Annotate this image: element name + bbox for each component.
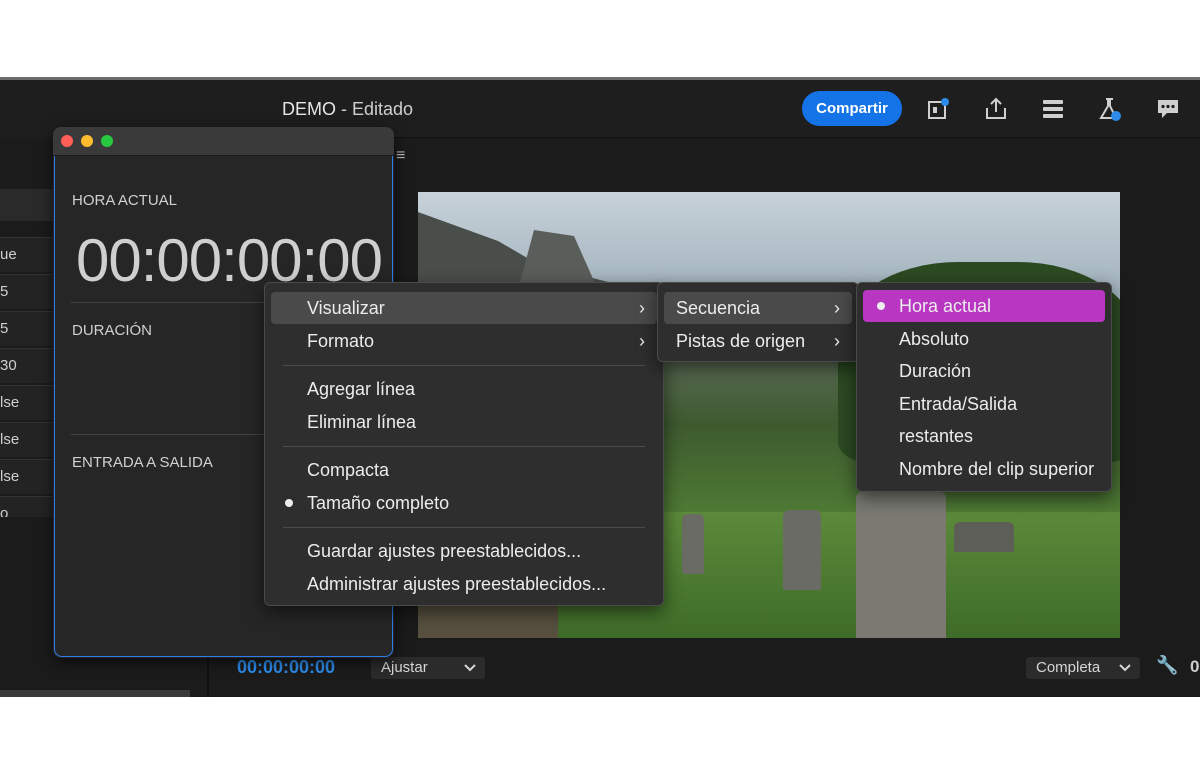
- chevron-down-icon: [1118, 657, 1132, 686]
- menu-item-secuencia[interactable]: Secuencia ›: [664, 292, 852, 324]
- list-item[interactable]: lse: [0, 385, 60, 420]
- menu-item-current-time[interactable]: Hora actual: [863, 290, 1105, 322]
- maximize-button[interactable]: [101, 135, 113, 147]
- list-item[interactable]: 5: [0, 274, 60, 309]
- workspaces-icon[interactable]: [1040, 96, 1066, 122]
- submenu-visualizar: Secuencia › Pistas de origen ›: [657, 282, 859, 362]
- menu-item-compact[interactable]: Compacta: [271, 454, 657, 486]
- menu-item-in-out[interactable]: Entrada/Salida: [863, 388, 1105, 420]
- export-icon[interactable]: [983, 96, 1009, 122]
- minimize-button[interactable]: [81, 135, 93, 147]
- current-time-label: HORA ACTUAL: [72, 192, 178, 209]
- chevron-right-icon: ›: [834, 298, 840, 318]
- list-item[interactable]: ue: [0, 237, 60, 272]
- menu-item-add-line[interactable]: Agregar línea: [271, 373, 657, 405]
- app-screen: DEMO - Editado Compartir ue 5 5 30 lse l…: [0, 77, 1200, 697]
- menu-item-top-clip-name[interactable]: Nombre del clip superior: [863, 453, 1105, 485]
- list-item[interactable]: 30: [0, 348, 60, 383]
- truncated-value: 0: [1190, 657, 1200, 676]
- menu-item-remove-line[interactable]: Eliminar línea: [271, 406, 657, 438]
- check-dot-icon: [285, 499, 293, 507]
- menu-item-full-size[interactable]: Tamaño completo: [271, 487, 657, 519]
- wrench-icon[interactable]: 🔧: [1156, 655, 1178, 676]
- window-titlebar[interactable]: [53, 127, 394, 156]
- menu-item-formato[interactable]: Formato ›: [271, 325, 657, 357]
- context-menu: Visualizar › Formato › Agregar línea Eli…: [264, 282, 664, 606]
- fit-dropdown[interactable]: Ajustar: [371, 657, 485, 679]
- panel-menu-icon[interactable]: ≡: [396, 147, 405, 165]
- feedback-icon[interactable]: [1155, 96, 1181, 122]
- menu-item-manage-presets[interactable]: Administrar ajustes preestablecidos...: [271, 568, 657, 600]
- quality-dropdown[interactable]: Completa: [1026, 657, 1140, 679]
- menu-item-duration[interactable]: Duración: [863, 355, 1105, 387]
- menu-item-remaining[interactable]: restantes: [863, 420, 1105, 452]
- check-dot-icon: [877, 302, 885, 310]
- left-panel: ue 5 5 30 lse lse lse o: [0, 137, 60, 697]
- chevron-right-icon: ›: [639, 298, 645, 318]
- left-panel-header: [0, 189, 60, 221]
- submenu-secuencia: Hora actual Absoluto Duración Entrada/Sa…: [856, 282, 1112, 492]
- menu-item-absolute[interactable]: Absoluto: [863, 323, 1105, 355]
- menu-item-source-tracks[interactable]: Pistas de origen ›: [664, 325, 852, 357]
- chevron-right-icon: ›: [639, 331, 645, 351]
- list-item[interactable]: lse: [0, 459, 60, 494]
- beta-flask-icon[interactable]: [1097, 96, 1123, 122]
- chevron-right-icon: ›: [834, 331, 840, 351]
- list-item[interactable]: 5: [0, 311, 60, 346]
- close-button[interactable]: [61, 135, 73, 147]
- list-item[interactable]: lse: [0, 422, 60, 457]
- menu-item-visualizar[interactable]: Visualizar ›: [271, 292, 657, 324]
- playhead-timecode[interactable]: 00:00:00:00: [237, 657, 335, 678]
- in-out-label: ENTRADA A SALIDA: [72, 454, 213, 471]
- document-title: DEMO - Editado: [282, 99, 414, 119]
- chevron-down-icon: [463, 657, 477, 686]
- duration-label: DURACIÓN: [72, 322, 153, 339]
- quick-export-icon[interactable]: [926, 96, 952, 122]
- scrollbar[interactable]: [0, 690, 190, 697]
- list-item[interactable]: o: [0, 496, 60, 517]
- menu-item-save-presets[interactable]: Guardar ajustes preestablecidos...: [271, 535, 657, 567]
- share-button[interactable]: Compartir: [802, 91, 902, 126]
